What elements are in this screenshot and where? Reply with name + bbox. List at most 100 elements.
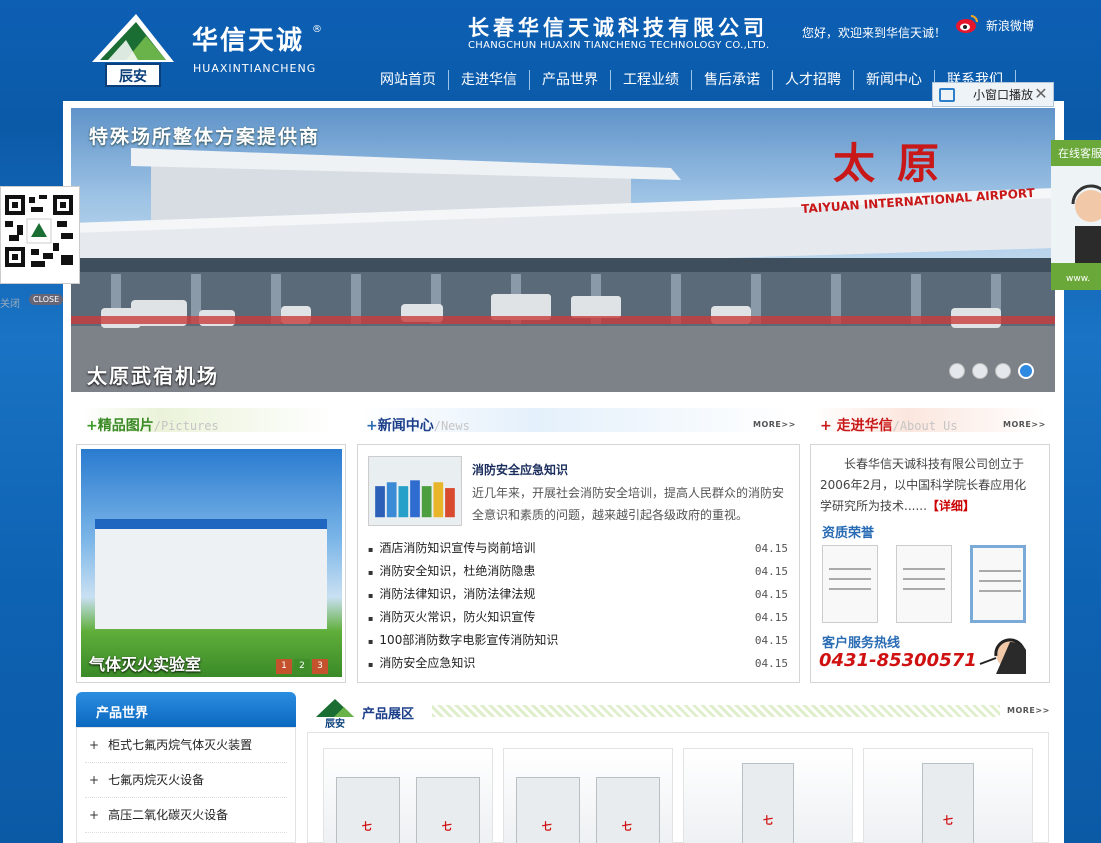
product-menu: + 柜式七氟丙烷气体灭火装置 + 七氟丙烷灭火设备 + 高压二氧化碳灭火设备 — [76, 727, 296, 843]
news-title-en: /News — [433, 419, 470, 433]
nav-item-service[interactable]: 售后承诺 — [692, 70, 773, 90]
product-card[interactable]: 七 七 — [503, 748, 673, 843]
cabinet-image: 七 — [516, 777, 580, 843]
news-item-date: 04.15 — [754, 634, 788, 647]
banner-slogan: 特殊场所整体方案提供商 — [89, 126, 321, 148]
nav-item-projects[interactable]: 工程业绩 — [611, 70, 692, 90]
product-card[interactable]: 七 — [863, 748, 1033, 843]
news-item-date: 04.15 — [754, 611, 788, 624]
cabinet-image: 七 — [596, 777, 660, 843]
about-title-plus: + — [820, 418, 832, 434]
cabinet-image: 七 — [742, 763, 794, 843]
lab-building-image — [95, 519, 327, 629]
qr-code-icon — [1, 191, 77, 271]
news-item[interactable]: 消防灭火常识，防火知识宣传 04.15 — [368, 606, 788, 629]
logo-name-cn[interactable]: 华信天诚 — [192, 20, 304, 57]
online-service-url: www. — [1066, 274, 1091, 284]
news-item-date: 04.15 — [754, 588, 788, 601]
news-item-date: 04.15 — [754, 565, 788, 578]
nav-item-jobs[interactable]: 人才招聘 — [773, 70, 854, 90]
weibo-icon[interactable] — [955, 14, 979, 34]
chenan-logo-icon: 辰安 — [316, 699, 354, 729]
weibo-link[interactable]: 新浪微博 — [986, 17, 1034, 34]
product-menu-item-label[interactable]: 七氟丙烷灭火设备 — [108, 773, 204, 787]
product-menu-item-label[interactable]: 柜式七氟丙烷气体灭火装置 — [108, 738, 252, 752]
online-service-label[interactable]: 在线客服 — [1058, 145, 1101, 161]
main-nav: 网站首页 走进华信 产品世界 工程业绩 售后承诺 人才招聘 新闻中心 联系我们 — [368, 70, 1016, 92]
news-section-title: +新闻中心/News — [366, 415, 626, 441]
picture-pager: 1 2 3 — [276, 659, 328, 674]
news-item-title[interactable]: 100部消防数字电影宣传消防知识 — [368, 629, 558, 652]
news-thumbnail-image[interactable] — [368, 456, 462, 526]
lab-picture[interactable]: 气体灭火实验室 1 2 3 — [81, 449, 342, 677]
news-item-date: 04.15 — [754, 657, 788, 670]
news-title-plus: + — [366, 418, 378, 434]
news-item-title[interactable]: 酒店消防知识宣传与岗前培训 — [368, 537, 535, 560]
qr-code-float — [0, 186, 80, 284]
hotline-number: 0431-85300571 — [819, 650, 977, 671]
airport-sign: 太原 — [833, 139, 962, 188]
news-item[interactable]: 消防安全知识，杜绝消防隐患 04.15 — [368, 560, 788, 583]
pictures-section-title: +精品图片/Pictures — [86, 415, 346, 441]
mini-window-player[interactable]: 小窗口播放 ✕ — [932, 82, 1054, 107]
banner-dot-1[interactable] — [949, 363, 965, 379]
news-item[interactable]: 酒店消防知识宣传与岗前培训 04.15 — [368, 537, 788, 560]
hero-banner[interactable]: 特殊场所整体方案提供商 太原 TAIYUAN INTERNATIONAL AIR… — [71, 108, 1055, 392]
certificate-image[interactable] — [822, 545, 878, 623]
news-title-cn: 新闻中心 — [377, 418, 434, 434]
news-summary: 近几年来，开展社会消防安全培训，提高人民群众的消防安全意识和素质的问题，越来越引… — [472, 486, 785, 522]
logo-icon[interactable]: 辰安 — [86, 10, 180, 90]
banner-dot-2[interactable] — [972, 363, 988, 379]
mini-window-label[interactable]: 小窗口播放 — [973, 86, 1033, 103]
news-item[interactable]: 消防法律知识，消防法律法规 04.15 — [368, 583, 788, 606]
showroom-more-link[interactable]: MORE>> — [1007, 706, 1050, 715]
news-item[interactable]: 消防安全应急知识 04.15 — [368, 652, 788, 675]
news-item-title[interactable]: 消防法律知识，消防法律法规 — [368, 583, 535, 606]
company-name-cn: 长春华信天诚科技有限公司 — [468, 16, 768, 40]
about-title-en: /About Us — [892, 419, 958, 433]
certificate-image[interactable] — [896, 545, 952, 623]
nav-item-products[interactable]: 产品世界 — [530, 70, 611, 90]
picture-page-1[interactable]: 1 — [276, 659, 292, 674]
qr-close-button[interactable]: CLOSE — [29, 294, 64, 305]
pictures-title-plus: + — [86, 418, 98, 434]
product-card[interactable]: 七 — [683, 748, 853, 843]
product-menu-title: 产品世界 — [96, 706, 149, 721]
product-menu-item[interactable]: + 七氟丙烷灭火设备 — [85, 763, 287, 798]
product-menu-item-label[interactable]: 高压二氧化碳灭火设备 — [108, 808, 228, 822]
certificate-image[interactable] — [970, 545, 1026, 623]
news-item-title[interactable]: 消防安全知识，杜绝消防隐患 — [368, 560, 535, 583]
about-detail-link[interactable]: 【详细】 — [927, 499, 975, 513]
news-list: 酒店消防知识宣传与岗前培训 04.15 消防安全知识，杜绝消防隐患 04.15 消防… — [368, 537, 788, 675]
close-icon[interactable]: ✕ — [1032, 85, 1050, 103]
product-menu-item[interactable]: + 柜式七氟丙烷气体灭火装置 — [85, 728, 287, 763]
pictures-title-cn: 精品图片 — [97, 418, 154, 434]
logo-registered-mark: ® — [312, 24, 322, 35]
cabinet-image: 七 — [336, 777, 400, 843]
nav-item-news[interactable]: 新闻中心 — [854, 70, 935, 90]
tv-icon — [939, 87, 955, 102]
welcome-text: 您好，欢迎来到华信天诚！ — [802, 26, 947, 40]
news-more-link[interactable]: MORE>> — [753, 420, 796, 429]
picture-page-2[interactable]: 2 — [294, 659, 310, 674]
nav-item-home[interactable]: 网站首页 — [368, 70, 449, 90]
news-item[interactable]: 100部消防数字电影宣传消防知识 04.15 — [368, 629, 788, 652]
picture-page-3[interactable]: 3 — [312, 659, 328, 674]
about-intro-text: 长春华信天诚科技有限公司创立于2006年2月，以中国科学院长春应用化学研究所为技… — [820, 457, 1027, 513]
logo-name-en: HUAXINTIANCHENG — [193, 62, 317, 75]
product-menu-item[interactable]: + 高压二氧化碳灭火设备 — [85, 798, 287, 833]
banner-caption: 太原武宿机场 — [87, 364, 219, 388]
qr-close-label[interactable]: 关闭 — [0, 295, 20, 310]
showroom-title: 产品展区 — [362, 707, 415, 722]
banner-dot-4[interactable] — [1018, 363, 1034, 379]
about-more-link[interactable]: MORE>> — [1003, 420, 1046, 429]
news-item-title[interactable]: 消防灭火常识，防火知识宣传 — [368, 606, 535, 629]
product-card[interactable]: 七 七 — [323, 748, 493, 843]
company-name-en: CHANGCHUN HUAXIN TIANCHENG TECHNOLOGY CO… — [468, 40, 770, 51]
nav-item-about[interactable]: 走进华信 — [449, 70, 530, 90]
lab-picture-caption: 气体灭火实验室 — [89, 655, 202, 674]
showroom-logo-badge: 辰安 — [325, 717, 345, 729]
news-item-title[interactable]: 消防安全应急知识 — [368, 652, 475, 675]
banner-dot-3[interactable] — [995, 363, 1011, 379]
news-headline[interactable]: 消防安全应急知识 — [472, 461, 568, 478]
